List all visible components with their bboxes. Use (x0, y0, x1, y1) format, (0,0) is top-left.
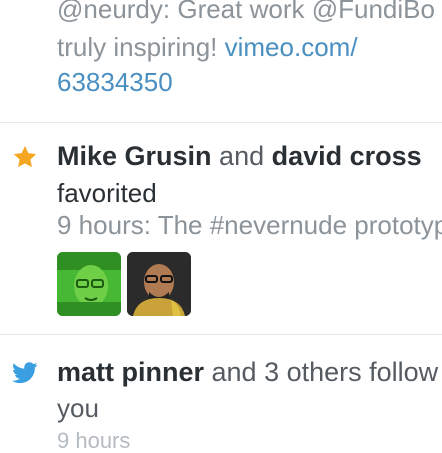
tweet-text-line: @neurdy: Great work @FundiBo (57, 0, 435, 24)
activity-summary: and 3 others follow (204, 357, 439, 387)
activity-title: matt pinner and 3 others follow (57, 359, 438, 386)
tweet-link[interactable]: vimeo.com/ (225, 32, 358, 62)
tweet-text: truly inspiring! (57, 32, 225, 62)
divider (0, 334, 442, 335)
user-name[interactable]: matt pinner (57, 357, 204, 387)
user-name[interactable]: Mike Grusin (57, 141, 212, 171)
avatar-image (57, 252, 121, 316)
tweet-text-line: truly inspiring! vimeo.com/ (57, 34, 358, 60)
activity-detail[interactable]: 9 hours: The #nevernude prototype (57, 212, 442, 238)
divider (0, 122, 442, 123)
activity-summary-cont: you (57, 393, 99, 423)
activity-action: favorited (57, 178, 157, 208)
avatar[interactable] (127, 252, 191, 316)
twitter-bird-icon (12, 362, 38, 384)
star-icon (13, 145, 37, 168)
timestamp: 9 hours (57, 428, 131, 453)
conjunction: and (211, 141, 272, 171)
tweet-link[interactable]: 63834350 (57, 69, 173, 95)
activity-title: Mike Grusin and david cross (57, 143, 422, 170)
user-name[interactable]: david cross (272, 141, 422, 171)
avatar-image (127, 252, 191, 316)
avatar[interactable] (57, 252, 121, 316)
